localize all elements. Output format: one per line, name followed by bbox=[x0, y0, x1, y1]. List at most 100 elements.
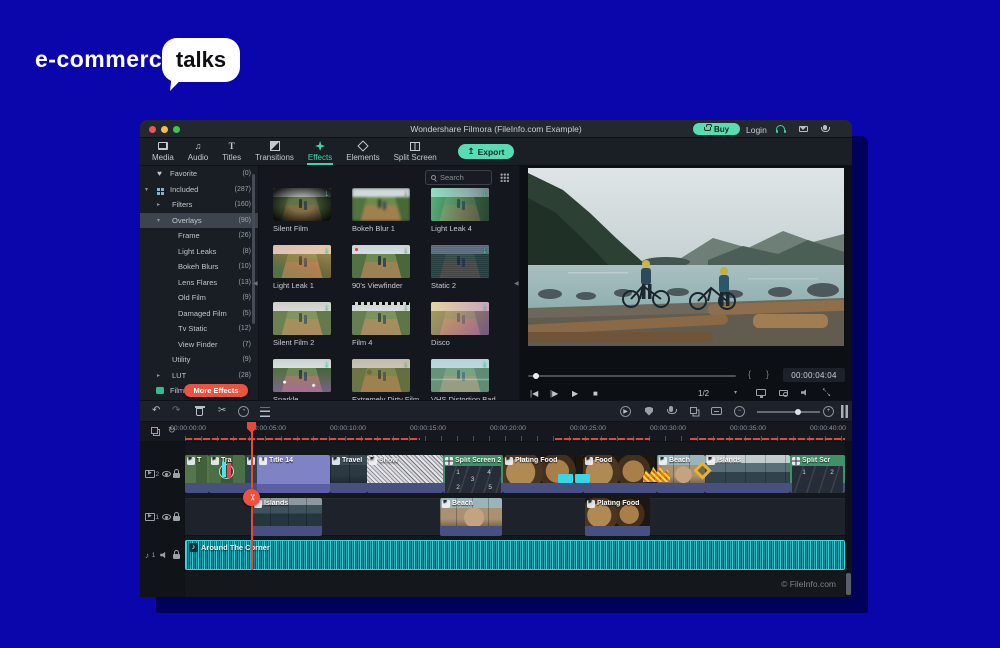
preview-seek-handle[interactable] bbox=[533, 373, 539, 379]
timeline-clip[interactable]: Snow bbox=[367, 455, 443, 493]
chevron-icon[interactable]: ▸ bbox=[157, 201, 160, 208]
search-box[interactable] bbox=[425, 170, 492, 185]
timeline-clip[interactable]: Tra bbox=[209, 455, 245, 493]
chevron-icon[interactable]: ▾ bbox=[145, 186, 148, 193]
zoom-to-fit-icon[interactable]: + bbox=[823, 406, 834, 417]
timeline-clip[interactable]: Beach bbox=[440, 498, 502, 536]
expand-preview-icon[interactable] bbox=[822, 388, 831, 397]
render-preview-icon[interactable]: ▶ bbox=[620, 406, 631, 417]
sidebar-scrollbar[interactable] bbox=[252, 174, 255, 324]
snapshot-camera-icon[interactable] bbox=[779, 390, 788, 397]
effect-thumbnail[interactable]: ↓ bbox=[431, 188, 489, 221]
scrollbar-thumb[interactable] bbox=[846, 573, 851, 595]
mute-speaker-icon[interactable] bbox=[160, 552, 168, 559]
timeline-clip[interactable]: Plating Food bbox=[585, 498, 650, 536]
sidebar-category-item[interactable]: Utility (9) bbox=[140, 352, 258, 368]
library-tab[interactable]: Split Screen bbox=[387, 138, 444, 165]
effect-thumbnail[interactable]: ↓ bbox=[431, 302, 489, 335]
volume-speaker-icon[interactable] bbox=[801, 389, 809, 396]
chevron-icon[interactable]: ▸ bbox=[157, 372, 160, 379]
effect-item[interactable]: ↓ Bokeh Blur 1 bbox=[352, 188, 410, 245]
track-manager-icon[interactable] bbox=[841, 405, 850, 418]
effect-thumbnail[interactable]: ↓ bbox=[273, 359, 331, 392]
more-effects-button[interactable]: More Effects bbox=[184, 384, 248, 397]
download-icon[interactable]: ↓ bbox=[325, 245, 330, 255]
mark-out-icon[interactable]: } bbox=[766, 369, 769, 379]
playback-speed-select[interactable]: 1/2 bbox=[698, 389, 709, 398]
timeline-zoom-slider[interactable] bbox=[757, 411, 820, 413]
sidebar-category-item[interactable]: Lens Flares (13) bbox=[140, 275, 258, 291]
record-mic-icon[interactable] bbox=[823, 125, 827, 130]
library-tab[interactable]: Effects bbox=[301, 138, 339, 165]
effect-thumbnail[interactable]: ↓ bbox=[273, 245, 331, 278]
sidebar-category-item[interactable]: Filmstock More Effects bbox=[140, 383, 258, 399]
download-icon[interactable]: ↓ bbox=[404, 188, 409, 198]
shield-icon[interactable] bbox=[645, 407, 653, 416]
effect-thumbnail[interactable]: ↓ bbox=[273, 188, 331, 221]
timeline-clip[interactable]: 14325 Split Screen 26 bbox=[443, 455, 503, 493]
effect-item[interactable]: ↓ Light Leak 4 bbox=[431, 188, 489, 245]
sidebar-category-item[interactable]: ▾ Overlays (90) bbox=[140, 213, 258, 229]
lock-track-icon[interactable] bbox=[173, 516, 180, 522]
export-button[interactable]: ↥ Export bbox=[458, 144, 514, 159]
download-icon[interactable]: ↓ bbox=[483, 359, 488, 369]
delete-trash-icon[interactable] bbox=[196, 408, 203, 416]
effect-thumbnail[interactable]: ↓ bbox=[352, 359, 410, 392]
zoom-out-icon[interactable]: − bbox=[734, 406, 745, 417]
collapse-effects-panel-icon[interactable]: ◀ bbox=[514, 280, 519, 287]
audio-clip[interactable]: Around The Corner bbox=[185, 540, 845, 570]
next-frame-button[interactable]: |▶ bbox=[550, 389, 558, 398]
stop-button[interactable]: ■ bbox=[593, 389, 598, 398]
effect-item[interactable]: ↓ Silent Film bbox=[273, 188, 331, 245]
collapse-sidebar-icon[interactable]: ◀ bbox=[253, 280, 258, 287]
effect-thumbnail[interactable]: ↓ bbox=[352, 245, 410, 278]
effect-item[interactable]: ↓ Light Leak 1 bbox=[273, 245, 331, 302]
speed-dial-icon[interactable]: ◔ bbox=[238, 406, 249, 417]
library-tab[interactable]: Elements bbox=[339, 138, 386, 165]
download-icon[interactable]: ↓ bbox=[483, 188, 488, 198]
timeline-clip[interactable]: 12 Split Scr bbox=[790, 455, 845, 493]
grid-view-icon[interactable] bbox=[500, 173, 509, 182]
timeline-clip[interactable]: Title 14 bbox=[257, 455, 330, 493]
timeline-clip[interactable]: Islands bbox=[705, 455, 790, 493]
sidebar-category-item[interactable]: Favorite (0) bbox=[140, 166, 258, 182]
timeline-vertical-scrollbar[interactable] bbox=[845, 442, 852, 597]
download-icon[interactable]: ↓ bbox=[404, 302, 409, 312]
mark-in-icon[interactable]: { bbox=[748, 369, 751, 379]
library-tab[interactable]: Titles bbox=[215, 138, 248, 165]
download-icon[interactable]: ↓ bbox=[325, 188, 330, 198]
speed-dropdown-chevron-icon[interactable]: ▾ bbox=[734, 389, 737, 396]
download-icon[interactable]: ↓ bbox=[325, 359, 330, 369]
sidebar-category-item[interactable]: Tv Static (12) bbox=[140, 321, 258, 337]
feedback-mail-icon[interactable] bbox=[799, 126, 808, 132]
toggle-visibility-eye-icon[interactable] bbox=[162, 514, 171, 520]
preview-seek-bar[interactable] bbox=[528, 375, 736, 377]
marker-icon[interactable] bbox=[711, 407, 722, 415]
timeline-clip[interactable]: Travel bbox=[330, 455, 367, 493]
sidebar-category-item[interactable]: Damaged Film (5) bbox=[140, 306, 258, 322]
sidebar-category-item[interactable]: ▸ LUT (28) bbox=[140, 368, 258, 384]
effect-thumbnail[interactable]: ↓ bbox=[352, 188, 410, 221]
sidebar-category-item[interactable]: Light Leaks (8) bbox=[140, 244, 258, 260]
advanced-settings-icon[interactable] bbox=[260, 407, 270, 417]
record-voiceover-icon[interactable] bbox=[669, 406, 673, 412]
library-tab[interactable]: Transitions bbox=[248, 138, 301, 165]
fullscreen-monitor-icon[interactable] bbox=[756, 389, 766, 396]
library-tab[interactable]: Audio bbox=[181, 138, 215, 165]
previous-frame-button[interactable]: |◀ bbox=[530, 389, 538, 398]
effect-thumbnail[interactable]: ↓ bbox=[273, 302, 331, 335]
chevron-icon[interactable]: ▾ bbox=[157, 217, 160, 224]
download-icon[interactable]: ↓ bbox=[325, 302, 330, 312]
download-icon[interactable]: ↓ bbox=[404, 245, 409, 255]
download-icon[interactable]: ↓ bbox=[483, 302, 488, 312]
split-scissors-icon[interactable]: ✂ bbox=[218, 405, 226, 417]
download-icon[interactable]: ↓ bbox=[404, 359, 409, 369]
effect-item[interactable]: ↓ Film 4 bbox=[352, 302, 410, 359]
timeline-zoom-handle[interactable] bbox=[795, 409, 801, 415]
undo-icon[interactable]: ↶ bbox=[152, 405, 160, 417]
sidebar-category-item[interactable]: View Finder (7) bbox=[140, 337, 258, 353]
timeline-clip[interactable]: T bbox=[185, 455, 209, 493]
timeline-clip[interactable]: Plating Food bbox=[503, 455, 583, 493]
support-headset-icon[interactable] bbox=[776, 125, 785, 131]
sidebar-category-item[interactable]: Bokeh Blurs (10) bbox=[140, 259, 258, 275]
